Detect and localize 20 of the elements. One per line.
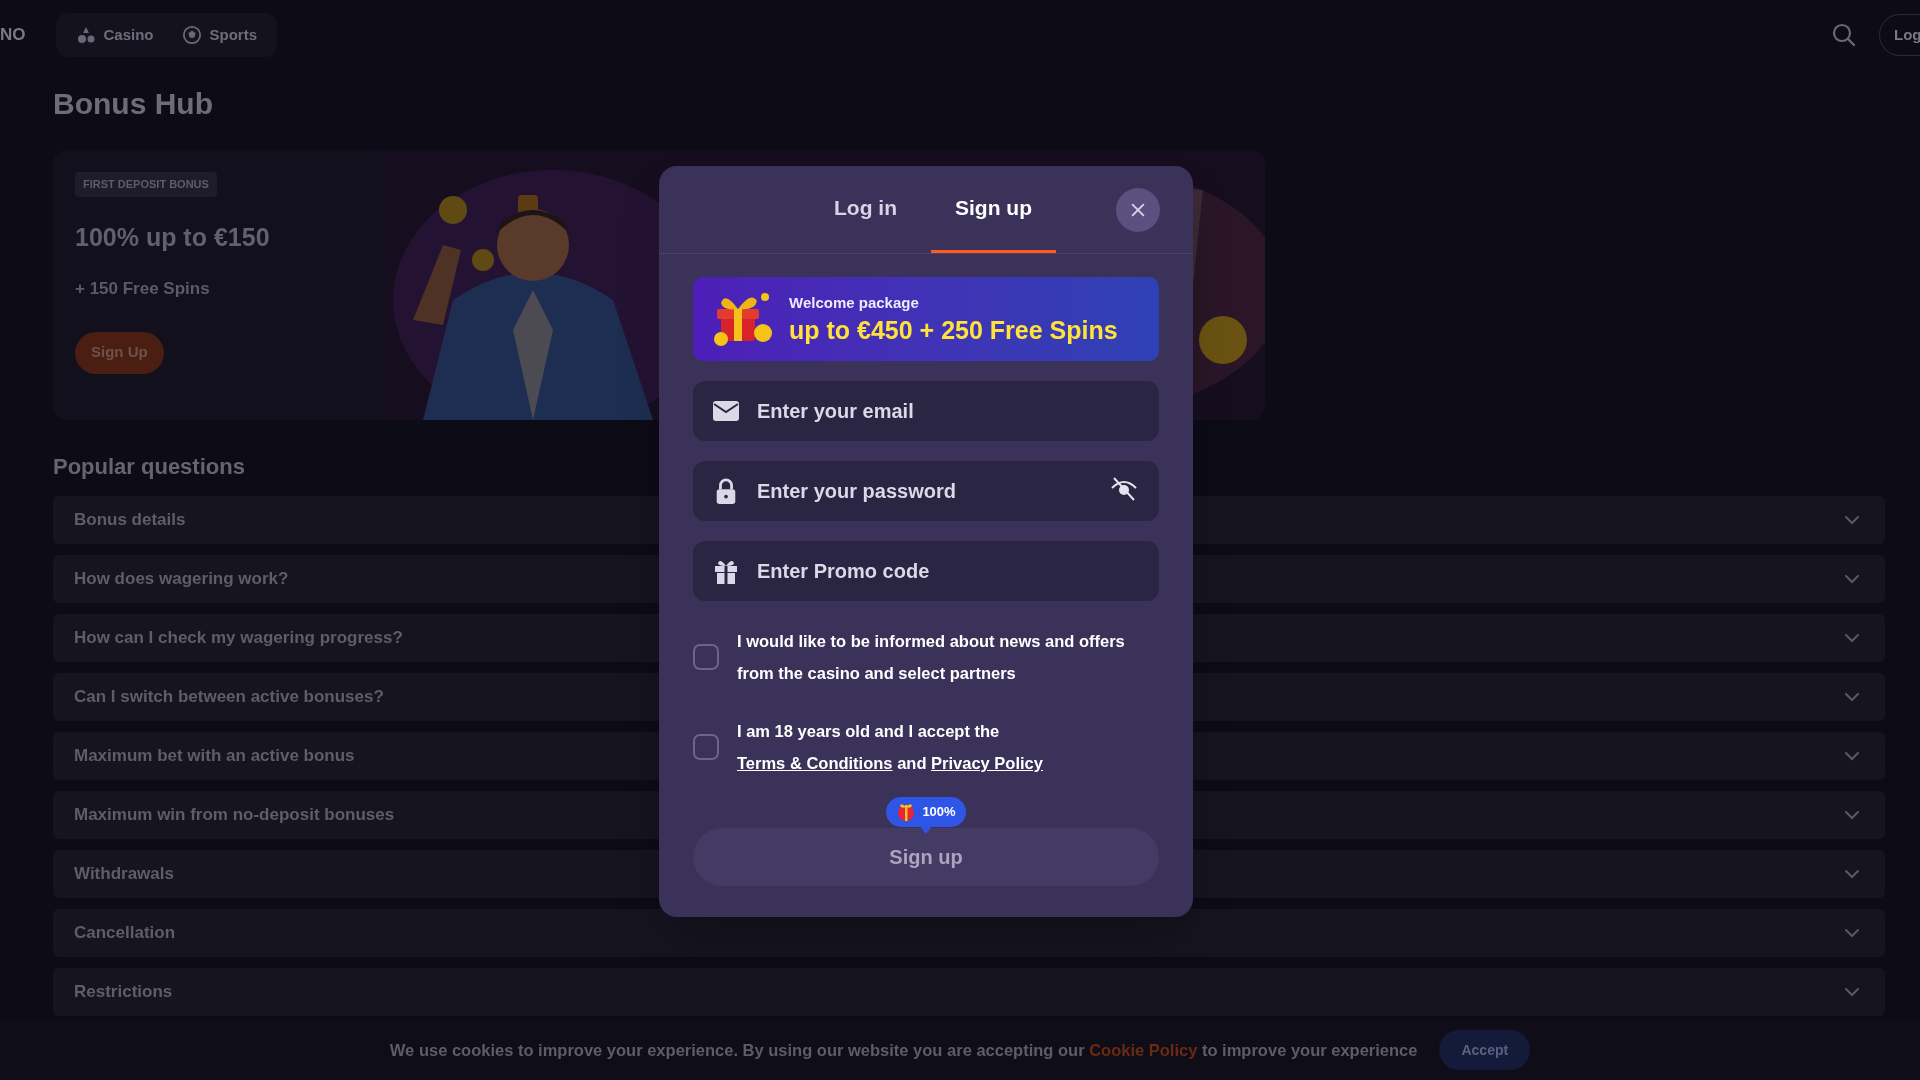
faq-question: Cancellation	[74, 922, 176, 945]
cookie-notice: We use cookies to improve your experience. By using our website you are accepting our Cookie Policy to improve your experience	[389, 1039, 1418, 1061]
faq-question: Withdrawals	[74, 863, 174, 886]
promo-subtitle: + 150 Free Spins	[75, 278, 210, 300]
progress-value: 100%	[922, 803, 956, 822]
faq-question: Maximum win from no-deposit bonuses	[74, 804, 395, 827]
promo-tag: FIRST DEPOSIT BONUS	[75, 172, 217, 197]
welcome-offer: up to €450 + 250 Free Spins	[789, 315, 1118, 347]
page-title: Bonus Hub	[53, 86, 214, 122]
faq-question: Restrictions	[74, 981, 173, 1004]
faq-question: How does wagering work?	[74, 568, 289, 591]
faq-question: Bonus details	[74, 509, 186, 532]
faq-question: How can I check my wagering progress?	[74, 627, 403, 650]
faq-question: Maximum bet with an active bonus	[74, 745, 355, 768]
welcome-label: Welcome package	[789, 292, 920, 313]
consent-text: I am 18 years old and I accept the Terms & Conditions and Privacy Policy	[737, 721, 1044, 774]
promo-title: 100% up to €150	[75, 221, 270, 253]
faq-question: Can I switch between active bonuses?	[74, 686, 384, 709]
consent-text: I would like to be informed about news and offers from the casino and select partners	[737, 631, 1126, 684]
section-heading: Popular questions	[53, 453, 246, 481]
